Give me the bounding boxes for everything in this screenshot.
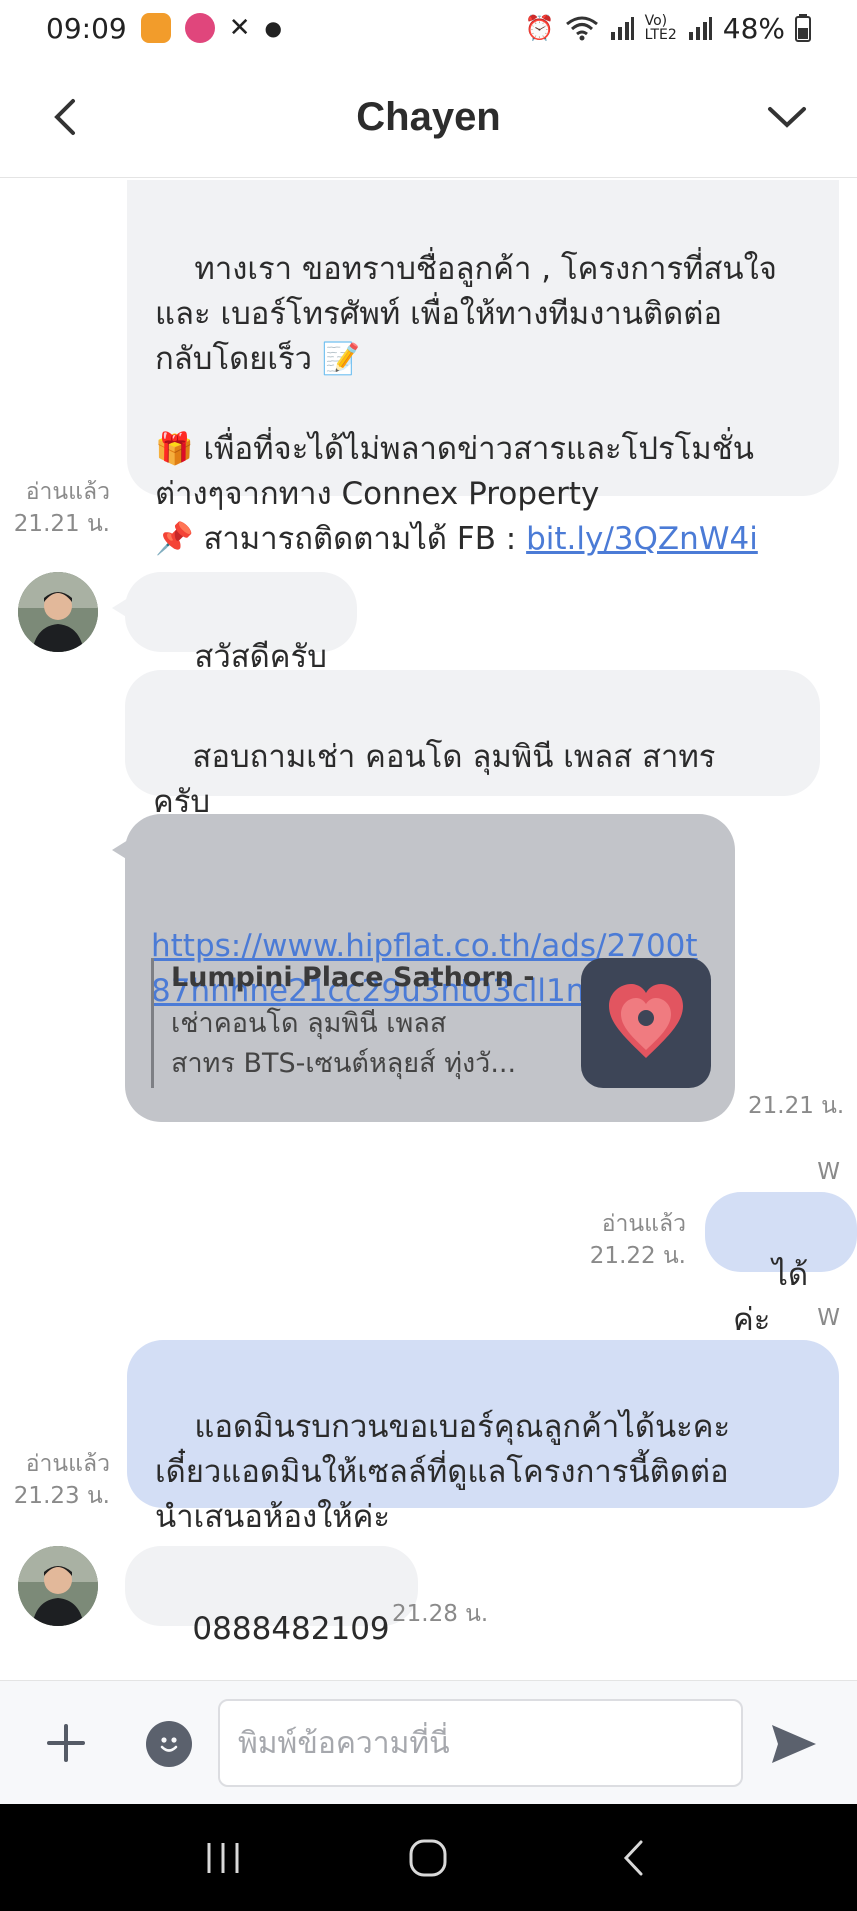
message-time-5: 21.22 น. <box>589 1243 686 1269</box>
message-text-3: สอบถามเช่า คอนโด ลุมพินี เพลส สาทร ครับ <box>153 739 716 820</box>
emoji-button[interactable] <box>146 1721 192 1767</box>
dot-icon: ● <box>264 16 282 40</box>
message-bubble-1[interactable]: ทางเรา ขอทราบชื่อลูกค้า , โครงการที่สนใจ… <box>127 180 839 557</box>
status-time: 09:09 <box>46 11 127 45</box>
message-text-1: ทางเรา ขอทราบชื่อลูกค้า , โครงการที่สนใจ… <box>155 251 777 557</box>
contact-avatar[interactable] <box>18 572 98 652</box>
link-preview-description: เช่าคอนโด ลุมพินี เพลส สาทร BTS-เซนต์หลุ… <box>171 1008 517 1079</box>
status-right: ⏰ Vo) LTE2 48% <box>525 12 811 45</box>
message-input-placeholder: พิมพ์ข้อความที่นี่ <box>238 1725 450 1761</box>
link-preview-divider <box>151 958 154 1088</box>
signal-icon-2 <box>688 17 712 40</box>
system-nav-bar <box>0 1804 857 1911</box>
lazada-icon <box>184 13 215 43</box>
recent-apps-icon <box>207 1842 239 1873</box>
battery-icon <box>795 14 811 42</box>
chat-area[interactable]: ทางเรา ขอทราบชื่อลูกค้า , โครงการที่สนใจ… <box>0 180 857 1680</box>
message-meta-5: อ่านแล้ว 21.22 น. <box>560 1208 686 1272</box>
message-bubble-7[interactable]: 0888482109 <box>125 1546 418 1647</box>
message-bubble-5[interactable]: ได้ค่ะ <box>705 1192 857 1338</box>
plus-icon <box>47 1724 85 1762</box>
add-button[interactable] <box>40 1717 92 1769</box>
message-time-7: 21.28 น. <box>392 1601 489 1627</box>
sender-label-5: W <box>817 1159 840 1185</box>
app-notification-icon-2: ✕ <box>228 13 251 43</box>
chevron-down-icon <box>768 107 806 128</box>
map-pin-heart-icon <box>609 984 683 1058</box>
volte-icon: Vo) LTE2 <box>644 13 677 43</box>
smiley-icon <box>160 1737 178 1752</box>
home-icon <box>409 1839 447 1876</box>
avatar-image <box>18 572 98 652</box>
message-meta-6: อ่านแล้ว 21.23 น. <box>10 1448 110 1512</box>
link-preview-title: Lumpini Place Sathorn - ... <box>171 962 541 993</box>
home-button[interactable] <box>388 1828 468 1888</box>
link-preview-bubble[interactable]: https://www.hipflat.co.th/ads/2700t87hnh… <box>125 814 735 1122</box>
recent-apps-button[interactable] <box>183 1828 263 1888</box>
message-bubble-3[interactable]: สอบถามเช่า คอนโด ลุมพินี เพลส สาทร ครับ <box>125 670 820 820</box>
sender-label-6: W <box>817 1305 840 1331</box>
contact-avatar-2[interactable] <box>18 1546 98 1626</box>
message-input[interactable]: พิมพ์ข้อความที่นี่ <box>218 1699 743 1787</box>
message-bubble-2[interactable]: สวัสดีครับ <box>125 572 357 675</box>
hipflat-logo <box>581 958 711 1088</box>
read-status-1: อ่านแล้ว <box>25 479 110 505</box>
chat-title: Chayen <box>356 95 501 139</box>
message-bubble-6[interactable]: แอดมินรบกวนขอเบอร์คุณลูกค้าได้นะคะ เดี๋ย… <box>127 1340 839 1535</box>
chevron-left-icon <box>54 99 75 135</box>
wifi-icon <box>565 16 598 41</box>
message-text-6: แอดมินรบกวนขอเบอร์คุณลูกค้าได้นะคะ เดี๋ย… <box>155 1409 731 1535</box>
message-time-6: 21.23 น. <box>13 1483 110 1509</box>
signal-icon <box>610 17 634 40</box>
link-preview-card[interactable]: Lumpini Place Sathorn - ... เช่าคอนโด ลุ… <box>151 958 711 1088</box>
app-notification-icon <box>140 13 171 43</box>
message-meta-1: อ่านแล้ว 21.21 น. <box>10 476 110 540</box>
bubble-tail <box>112 598 128 618</box>
message-text-7: 0888482109 <box>192 1611 390 1647</box>
avatar-image-2 <box>18 1546 98 1626</box>
alarm-icon: ⏰ <box>524 14 555 42</box>
send-icon <box>772 1725 816 1763</box>
status-left: 09:09 ✕ ● <box>46 12 282 45</box>
chat-header: Chayen <box>0 58 857 178</box>
bubble-tail-2 <box>112 840 128 860</box>
read-status-6: อ่านแล้ว <box>25 1451 110 1477</box>
system-back-button[interactable] <box>594 1828 674 1888</box>
send-button[interactable] <box>764 1717 824 1771</box>
message-link-1[interactable]: bit.ly/3QZnW4i <box>526 521 758 557</box>
message-text-5: ได้ค่ะ <box>733 1257 809 1338</box>
menu-dropdown-button[interactable] <box>757 92 817 142</box>
back-button[interactable] <box>40 92 90 142</box>
input-bar: พิมพ์ข้อความที่นี่ <box>0 1680 857 1804</box>
back-arrow-icon <box>624 1840 643 1875</box>
message-time-4: 21.21 น. <box>748 1093 845 1119</box>
battery-level: 48% <box>722 11 785 45</box>
message-time-1: 21.21 น. <box>13 511 110 537</box>
status-bar: 09:09 ✕ ● ⏰ Vo) LTE2 48% <box>0 0 857 56</box>
read-status-5: อ่านแล้ว <box>601 1211 686 1237</box>
